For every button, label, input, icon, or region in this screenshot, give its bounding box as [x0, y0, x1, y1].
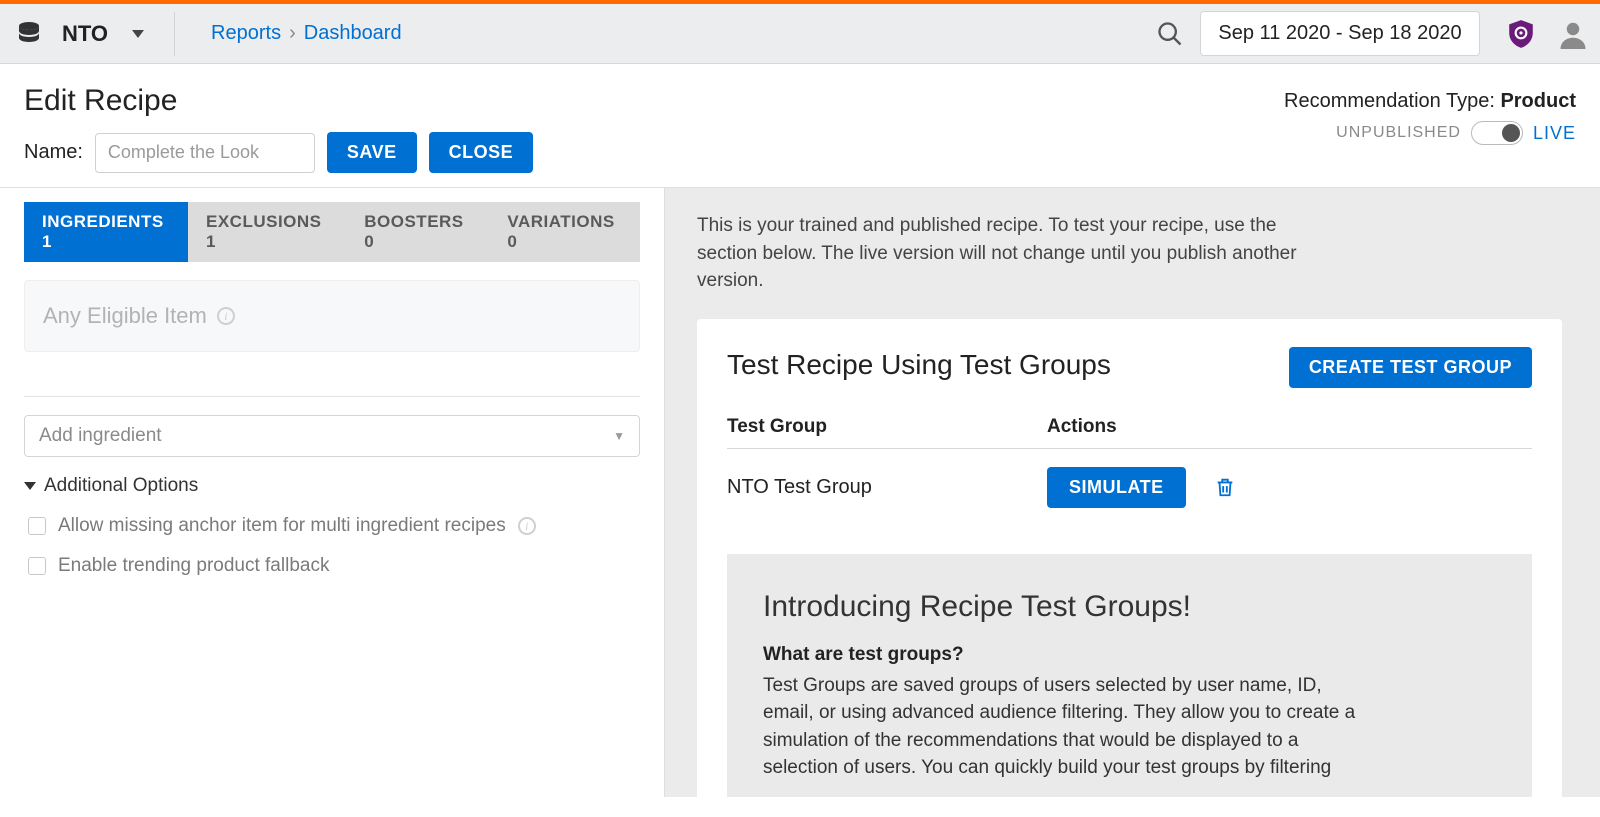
table-row: NTO Test Group SIMULATE: [727, 449, 1532, 518]
simulate-button[interactable]: SIMULATE: [1047, 467, 1186, 508]
additional-options-toggle[interactable]: Additional Options: [24, 475, 640, 497]
tab-exclusions[interactable]: EXCLUSIONS 1: [188, 202, 346, 262]
main: INGREDIENTS 1 EXCLUSIONS 1 BOOSTERS 0 VA…: [0, 188, 1600, 797]
create-test-group-button[interactable]: CREATE TEST GROUP: [1289, 347, 1532, 388]
explain-text: This is your trained and published recip…: [697, 212, 1337, 295]
test-groups-card: Test Recipe Using Test Groups CREATE TES…: [697, 319, 1562, 797]
checkbox[interactable]: [28, 517, 46, 535]
divider: [24, 396, 640, 397]
name-label: Name:: [24, 141, 83, 164]
right-scroll[interactable]: This is your trained and published recip…: [697, 212, 1592, 797]
breadcrumb-separator: ›: [289, 22, 296, 45]
tab-ingredients[interactable]: INGREDIENTS 1: [24, 202, 188, 262]
save-button[interactable]: SAVE: [327, 132, 417, 173]
publish-toggle[interactable]: [1471, 121, 1523, 145]
option-label: Enable trending product fallback: [58, 555, 329, 577]
org-name: NTO: [62, 21, 108, 47]
intro-text: Test Groups are saved groups of users se…: [763, 672, 1373, 782]
right-panel: This is your trained and published recip…: [665, 188, 1600, 797]
database-icon: [18, 22, 40, 46]
option-missing-anchor[interactable]: Allow missing anchor item for multi ingr…: [28, 515, 640, 537]
th-test-group: Test Group: [727, 416, 1047, 438]
left-panel: INGREDIENTS 1 EXCLUSIONS 1 BOOSTERS 0 VA…: [0, 188, 665, 797]
live-label: LIVE: [1533, 123, 1576, 144]
user-icon[interactable]: [1558, 19, 1588, 49]
breadcrumb-dashboard[interactable]: Dashboard: [304, 22, 402, 45]
recipe-tabs: INGREDIENTS 1 EXCLUSIONS 1 BOOSTERS 0 VA…: [24, 202, 640, 262]
tab-boosters[interactable]: BOOSTERS 0: [346, 202, 489, 262]
breadcrumb-reports[interactable]: Reports: [211, 22, 281, 45]
add-ingredient-placeholder: Add ingredient: [39, 425, 162, 447]
add-ingredient-select[interactable]: Add ingredient ▼: [24, 415, 640, 457]
shield-icon[interactable]: [1506, 19, 1536, 49]
date-range-picker[interactable]: Sep 11 2020 - Sep 18 2020: [1200, 11, 1480, 56]
option-label: Allow missing anchor item for multi ingr…: [58, 515, 506, 537]
card-title: Test Recipe Using Test Groups: [727, 347, 1269, 382]
ingredient-item-label: Any Eligible Item: [43, 303, 207, 329]
recommendation-type: Recommendation Type: Product: [1284, 90, 1576, 113]
recommendation-type-value: Product: [1500, 90, 1576, 112]
recipe-name-input[interactable]: [95, 133, 315, 173]
intro-subheading: What are test groups?: [763, 644, 1496, 666]
trash-icon[interactable]: [1214, 476, 1236, 498]
option-trending-fallback[interactable]: Enable trending product fallback: [28, 555, 640, 577]
info-icon[interactable]: i: [518, 517, 536, 535]
divider: [174, 12, 175, 56]
additional-options-label: Additional Options: [44, 475, 198, 497]
chevron-down-icon: ▼: [613, 429, 625, 443]
page-header: Edit Recipe Name: SAVE CLOSE Recommendat…: [0, 64, 1600, 188]
td-group-name: NTO Test Group: [727, 476, 1047, 499]
table-header: Test Group Actions: [727, 416, 1532, 449]
checkbox[interactable]: [28, 557, 46, 575]
page-title: Edit Recipe: [24, 84, 533, 118]
close-button[interactable]: CLOSE: [429, 132, 534, 173]
unpublished-label: UNPUBLISHED: [1336, 124, 1461, 142]
ingredient-item[interactable]: Any Eligible Item i: [24, 280, 640, 352]
breadcrumb: Reports › Dashboard: [211, 22, 402, 45]
intro-box: Introducing Recipe Test Groups! What are…: [727, 554, 1532, 797]
recommendation-type-label: Recommendation Type:: [1284, 90, 1500, 112]
chevron-down-icon: [24, 482, 36, 490]
th-actions: Actions: [1047, 416, 1532, 438]
tab-variations[interactable]: VARIATIONS 0: [489, 202, 640, 262]
top-bar: NTO Reports › Dashboard Sep 11 2020 - Se…: [0, 4, 1600, 64]
info-icon[interactable]: i: [217, 307, 235, 325]
org-dropdown-caret[interactable]: [132, 30, 144, 38]
intro-title: Introducing Recipe Test Groups!: [763, 590, 1496, 624]
search-icon[interactable]: [1156, 20, 1184, 48]
